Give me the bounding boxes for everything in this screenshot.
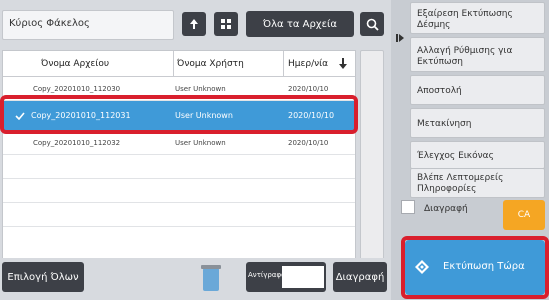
start-icon [415, 260, 429, 274]
menu-check-image[interactable]: Έλεγχος Εικόνας [410, 141, 545, 169]
selected-row-highlight [0, 95, 358, 134]
date-cell: 2020/10/10 [288, 139, 329, 147]
file-list-panel: Κύριος Φάκελος Όλα τα Αρχεία Όνομα Αρχεί… [0, 0, 391, 300]
delete-checkbox-label: Διαγραφή [424, 204, 468, 214]
search-button[interactable] [360, 12, 384, 36]
table-header: Όνομα Αρχείου Όνομα Χρήστη Ημερ/νία [3, 51, 355, 77]
copies-input[interactable] [282, 266, 324, 288]
up-arrow-icon [190, 19, 198, 29]
menu-exclude-batch-print[interactable]: Εξαίρεση Εκτύπωσης Δέσμης [410, 2, 545, 34]
empty-row [3, 227, 355, 251]
ca-button[interactable]: CA [503, 200, 545, 230]
scrollbar[interactable] [360, 50, 384, 262]
file-name-cell: Copy_20201010_112030 [33, 85, 121, 93]
file-name-cell: Copy_20201010_112032 [33, 139, 121, 147]
table-row[interactable]: Copy_20201010_112032 User Unknown 2020/1… [3, 131, 355, 155]
grid-icon [221, 19, 231, 29]
folder-title: Κύριος Φάκελος [2, 10, 174, 40]
screen: Κύριος Φάκελος Όλα τα Αρχεία Όνομα Αρχεί… [0, 0, 549, 300]
menu-change-print-setting[interactable]: Αλλαγή Ρύθμισης για Εκτύπωση [410, 37, 545, 72]
select-all-button[interactable]: Επιλογή Όλων [2, 262, 84, 292]
folder-up-button[interactable] [182, 12, 206, 36]
column-user-name[interactable]: Όνομα Χρήστη [177, 59, 244, 69]
column-date[interactable]: Ημερ/νία [288, 59, 328, 69]
empty-row [3, 155, 355, 179]
empty-row [3, 203, 355, 227]
thumbnail-view-button[interactable] [214, 12, 238, 36]
date-cell: 2020/10/10 [288, 85, 329, 93]
collapse-panel-icon[interactable] [394, 10, 406, 42]
trash-icon [201, 265, 221, 291]
all-files-button[interactable]: Όλα τα Αρχεία [246, 11, 354, 37]
user-name-cell: User Unknown [175, 85, 226, 93]
print-now-label: Εκτύπωση Τώρα [443, 261, 525, 272]
file-table: Όνομα Αρχείου Όνομα Χρήστη Ημερ/νία Copy… [2, 50, 356, 261]
menu-send[interactable]: Αποστολή [410, 75, 545, 105]
copies-label: Αντίγραφα [248, 271, 286, 279]
empty-row [3, 179, 355, 203]
menu-move[interactable]: Μετακίνηση [410, 108, 545, 138]
search-icon [366, 18, 379, 31]
user-name-cell: User Unknown [175, 139, 226, 147]
print-now-button[interactable]: Εκτύπωση Τώρα [405, 240, 545, 295]
menu-detailed-info[interactable]: Βλέπε Λεπτομερείς Πληροφορίες [410, 168, 545, 198]
copies-field[interactable]: Αντίγραφα [246, 262, 326, 292]
column-file-name[interactable]: Όνομα Αρχείου [41, 59, 109, 69]
delete-checkbox[interactable] [401, 200, 415, 214]
delete-button[interactable]: Διαγραφή [333, 262, 387, 292]
sort-down-icon[interactable] [339, 58, 347, 69]
